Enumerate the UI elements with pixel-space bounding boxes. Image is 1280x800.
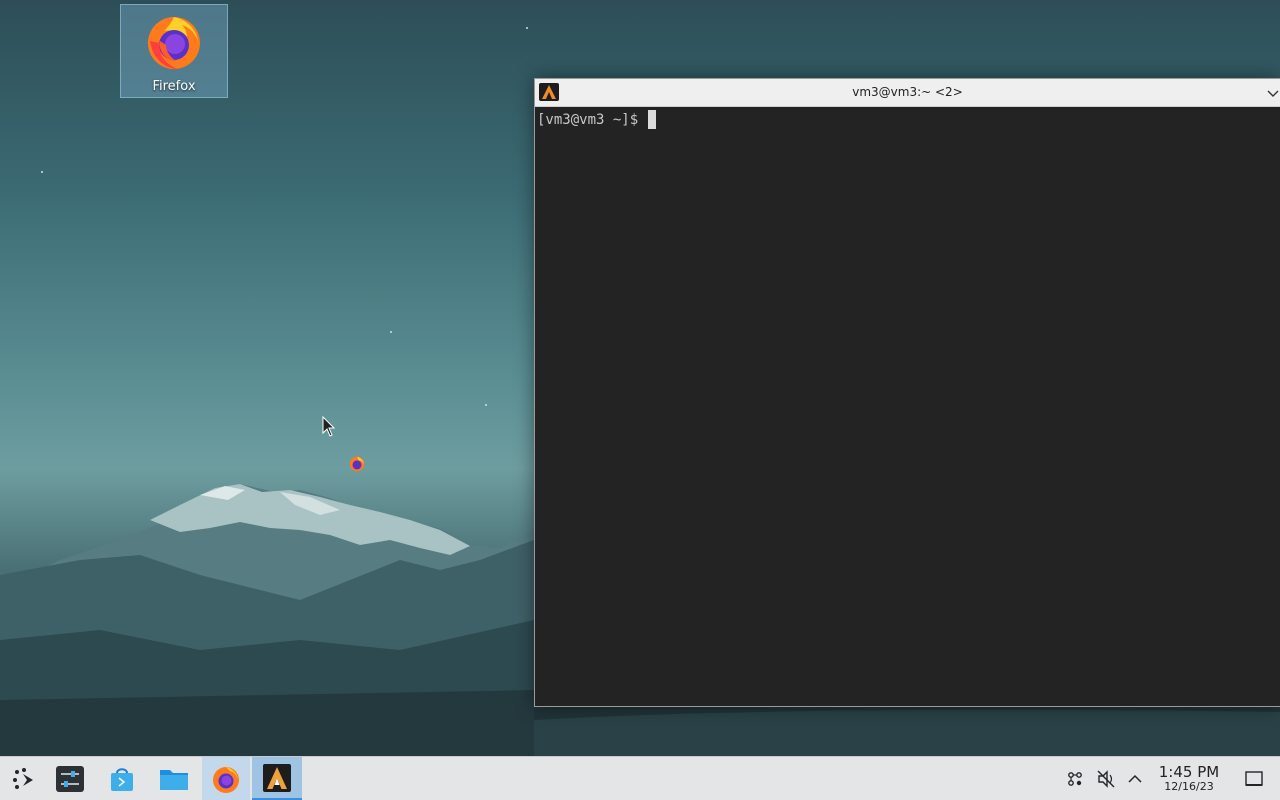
window-titlebar[interactable]: vm3@vm3:~ <2> [535,79,1280,107]
taskbar-item-file-manager[interactable] [150,757,198,800]
text-cursor [648,110,657,129]
folder-icon [160,769,188,790]
shell-prompt: [vm3@vm3 ~]$ [537,111,639,128]
store-bag-icon [111,767,133,791]
mouse-cursor-icon [322,416,336,437]
taskbar-item-firefox[interactable] [202,757,250,800]
chevron-up-icon[interactable] [1125,769,1145,789]
taskbar: 1:45 PM 12/16/23 [0,756,1280,800]
alacritty-icon [263,763,291,792]
clock-date: 12/16/23 [1164,780,1214,793]
network-icon[interactable] [1065,769,1085,789]
taskbar-item-discover[interactable] [98,757,146,800]
desktop-icon-label: Firefox [152,79,196,94]
application-launcher-icon [13,767,33,789]
window-title: vm3@vm3:~ <2> [852,85,963,99]
taskbar-item-alacritty[interactable] [252,757,302,800]
show-desktop-icon[interactable] [1244,769,1264,789]
taskbar-item-system-settings[interactable] [46,757,94,800]
clock-time: 1:45 PM [1158,763,1220,781]
application-launcher-button[interactable] [0,757,48,800]
firefox-icon [148,17,200,69]
chevron-down-icon[interactable] [1266,86,1280,100]
terminal-body[interactable]: [vm3@vm3 ~]$ [535,107,1280,129]
terminal-window[interactable]: vm3@vm3:~ <2> [vm3@vm3 ~]$ [534,78,1280,707]
digital-clock[interactable]: 1:45 PM 12/16/23 [1150,764,1228,794]
desktop-icon-firefox[interactable]: Firefox [120,4,228,98]
firefox-icon [213,766,239,793]
volume-muted-icon[interactable] [1096,769,1116,789]
settings-sliders-icon [56,765,84,792]
firefox-drag-icon [349,456,365,472]
desktop[interactable]: Firefox vm3@vm3:~ <2> [vm3@vm3 ~]$ [0,0,1280,756]
